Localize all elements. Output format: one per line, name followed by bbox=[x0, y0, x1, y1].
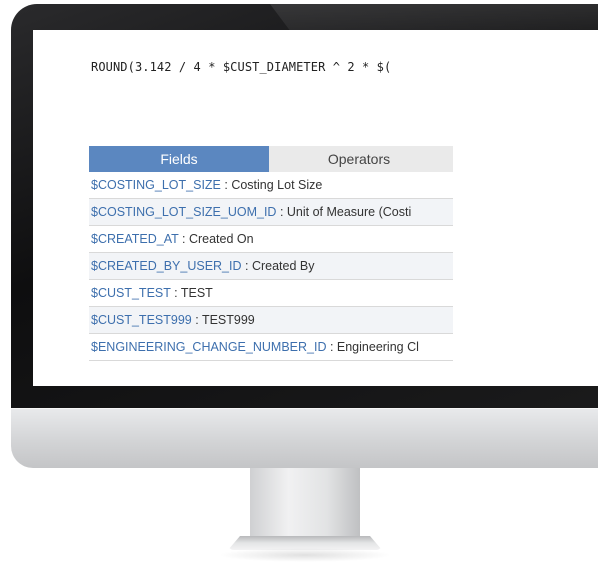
field-description: TEST999 bbox=[201, 313, 255, 327]
field-row[interactable]: $CREATED_AT : Created On bbox=[89, 226, 453, 253]
field-description: Created On bbox=[188, 232, 254, 246]
formula-expression[interactable]: ROUND(3.142 / 4 * $CUST_DIAMETER ^ 2 * $… bbox=[91, 60, 598, 74]
field-code: $ENGINEERING_CHANGE_NUMBER_ID bbox=[91, 340, 327, 354]
field-code: $CUST_TEST999 bbox=[91, 313, 192, 327]
field-separator: : bbox=[276, 205, 287, 219]
field-row[interactable]: $COSTING_LOT_SIZE_UOM_ID : Unit of Measu… bbox=[89, 199, 453, 226]
field-description: Costing Lot Size bbox=[231, 178, 323, 192]
field-code: $CUST_TEST bbox=[91, 286, 171, 300]
field-row[interactable]: $CUST_TEST : TEST bbox=[89, 280, 453, 307]
tab-operators[interactable]: Operators bbox=[269, 146, 449, 172]
field-row[interactable]: $COSTING_LOT_SIZE : Costing Lot Size bbox=[89, 172, 453, 199]
field-list: $COSTING_LOT_SIZE : Costing Lot Size $CO… bbox=[89, 172, 453, 361]
field-description: Engineering Cl bbox=[336, 340, 419, 354]
monitor-stand-neck bbox=[250, 468, 360, 542]
field-separator: : bbox=[178, 232, 189, 246]
field-separator: : bbox=[220, 178, 232, 192]
field-separator: : bbox=[191, 313, 202, 327]
field-separator: : bbox=[241, 259, 252, 273]
field-row[interactable]: $ENGINEERING_CHANGE_NUMBER_ID : Engineer… bbox=[89, 334, 453, 361]
field-description: Created By bbox=[251, 259, 315, 273]
field-code: $CREATED_AT bbox=[91, 232, 179, 246]
field-tabs: Fields Operators bbox=[89, 146, 453, 172]
field-separator: : bbox=[326, 340, 337, 354]
stage: ROUND(3.142 / 4 * $CUST_DIAMETER ^ 2 * $… bbox=[0, 0, 598, 576]
field-row[interactable]: $CREATED_BY_USER_ID : Created By bbox=[89, 253, 453, 280]
field-description: Unit of Measure (Costi bbox=[286, 205, 412, 219]
field-row[interactable]: $CUST_TEST999 : TEST999 bbox=[89, 307, 453, 334]
monitor-screen: ROUND(3.142 / 4 * $CUST_DIAMETER ^ 2 * $… bbox=[33, 30, 598, 386]
field-description: TEST bbox=[180, 286, 213, 300]
monitor-stand-shadow bbox=[218, 548, 392, 562]
field-separator: : bbox=[170, 286, 181, 300]
monitor-chin bbox=[11, 408, 598, 468]
field-code: $CREATED_BY_USER_ID bbox=[91, 259, 242, 273]
field-code: $COSTING_LOT_SIZE bbox=[91, 178, 221, 192]
tab-fields[interactable]: Fields bbox=[89, 146, 269, 172]
field-code: $COSTING_LOT_SIZE_UOM_ID bbox=[91, 205, 277, 219]
